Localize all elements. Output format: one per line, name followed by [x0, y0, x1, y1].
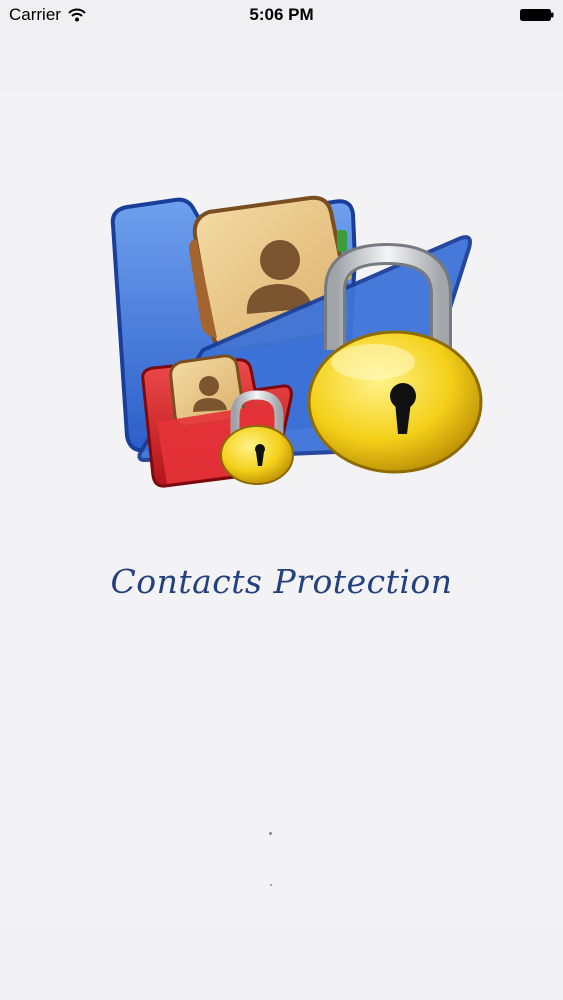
loading-dot [269, 832, 272, 835]
app-title: Contacts Protection [110, 562, 453, 601]
status-time: 5:06 PM [249, 5, 314, 24]
contacts-folder-padlock-icon [110, 195, 483, 488]
loading-dot [270, 884, 272, 886]
status-bar: Carrier 5:06 PM [0, 0, 563, 30]
splash-screen: Carrier 5:06 PM Contacts Protection [0, 0, 563, 1000]
battery-icon [520, 9, 554, 21]
